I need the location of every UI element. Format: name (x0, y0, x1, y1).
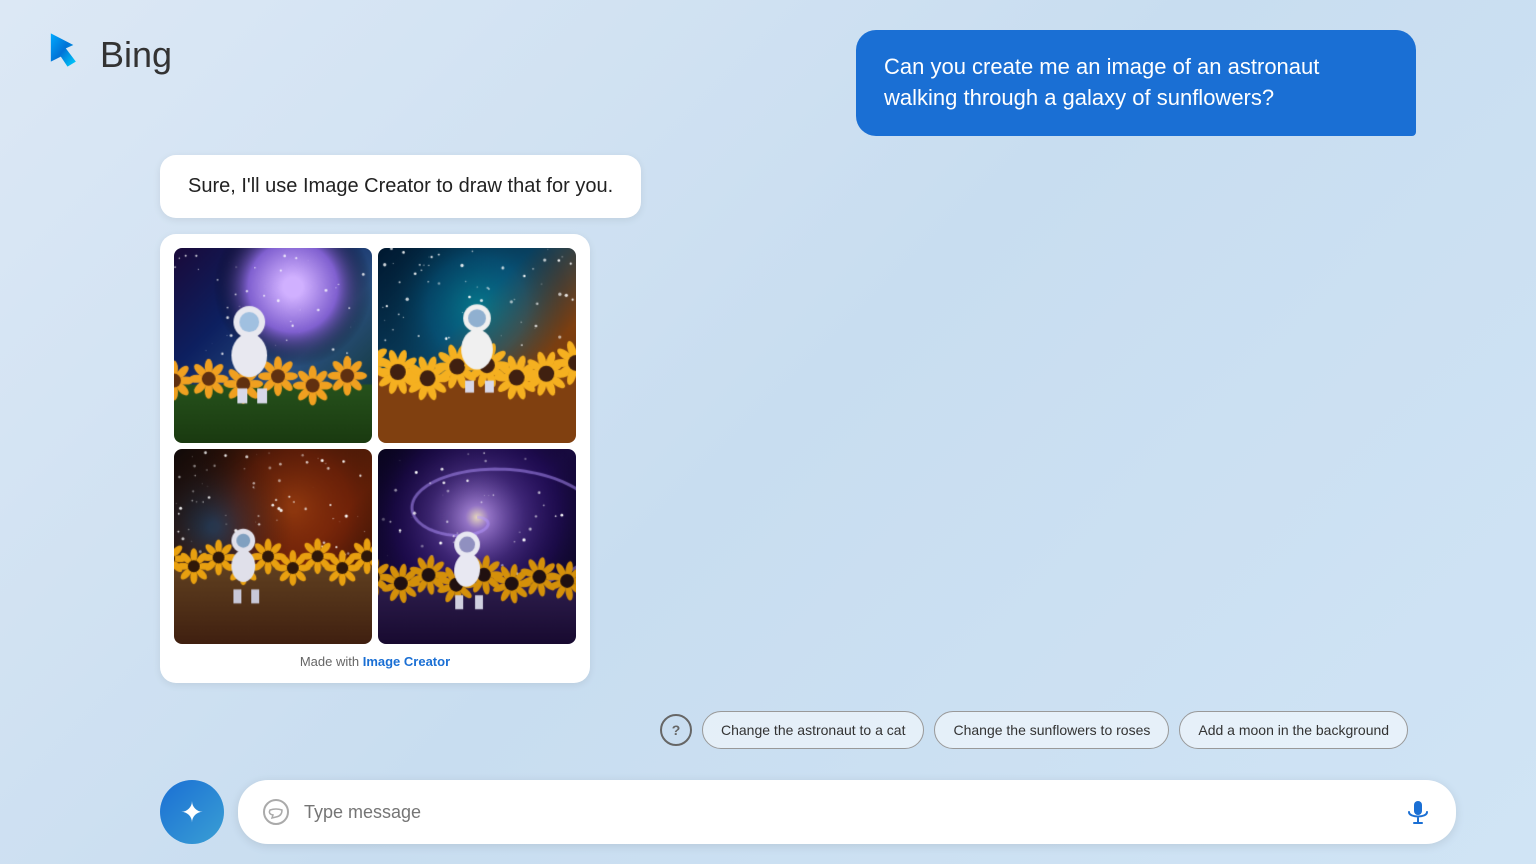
chat-icon (262, 798, 290, 826)
generated-image-2[interactable] (378, 248, 576, 443)
microphone-icon[interactable] (1404, 798, 1432, 826)
ai-response-area: Sure, I'll use Image Creator to draw tha… (160, 155, 641, 683)
chip-change-astronaut[interactable]: Change the astronaut to a cat (702, 711, 924, 749)
generated-image-3[interactable] (174, 449, 372, 644)
message-input[interactable] (304, 802, 1390, 823)
image-creator-link[interactable]: Image Creator (363, 654, 450, 669)
sparkle-button[interactable]: ✦ (160, 780, 224, 844)
bing-title: Bing (100, 34, 172, 76)
suggestions-area: ? Change the astronaut to a cat Change t… (660, 711, 1408, 749)
image-grid (174, 248, 576, 644)
header: Bing (40, 30, 172, 80)
help-icon[interactable]: ? (660, 714, 692, 746)
image-caption: Made with Image Creator (174, 654, 576, 669)
user-message-bubble: Can you create me an image of an astrona… (856, 30, 1416, 136)
input-bar-container: ✦ (160, 780, 1456, 844)
bing-logo-icon (40, 30, 90, 80)
chip-change-sunflowers[interactable]: Change the sunflowers to roses (934, 711, 1169, 749)
input-bar (238, 780, 1456, 844)
image-grid-container: Made with Image Creator (160, 234, 590, 683)
generated-image-1[interactable] (174, 248, 372, 443)
ai-text-bubble: Sure, I'll use Image Creator to draw tha… (160, 155, 641, 218)
chip-add-moon[interactable]: Add a moon in the background (1179, 711, 1408, 749)
sparkle-icon: ✦ (180, 796, 203, 829)
generated-image-4[interactable] (378, 449, 576, 644)
